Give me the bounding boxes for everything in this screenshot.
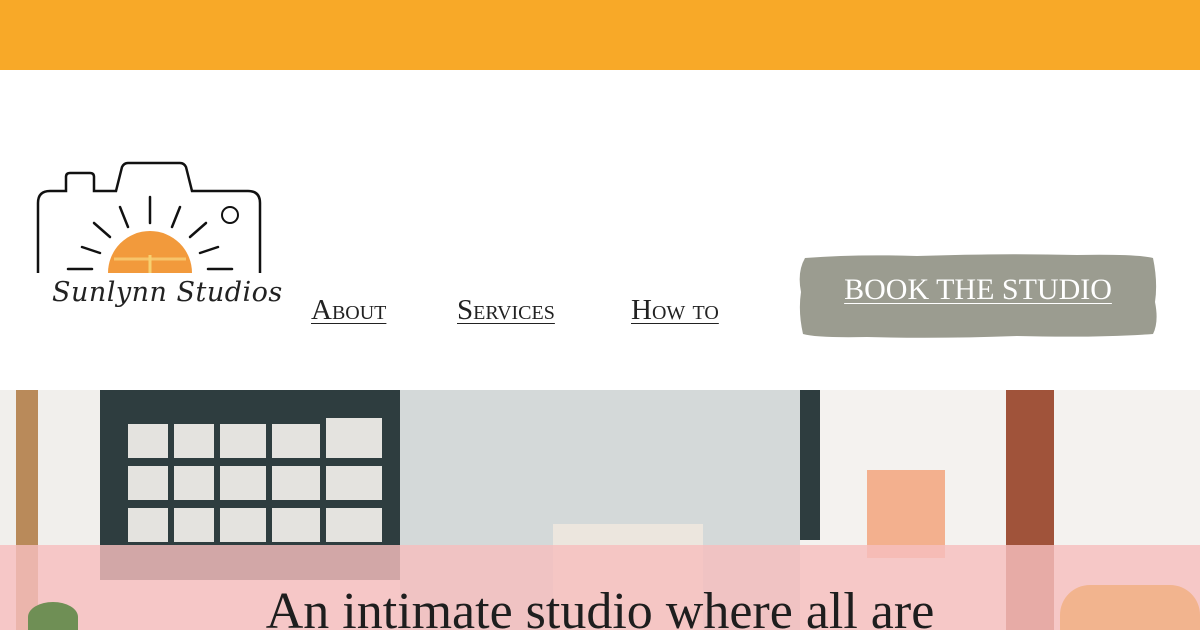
nav-how-to-link[interactable]: How to	[631, 294, 719, 327]
brand-name: Sunlynn Studios	[52, 277, 283, 308]
top-announcement-bar	[0, 0, 1200, 70]
nav-about-link[interactable]: About	[311, 294, 386, 327]
book-the-studio-label: BOOK THE STUDIO	[844, 273, 1112, 306]
hero-headline: An intimate studio where all are	[265, 583, 935, 630]
book-the-studio-button[interactable]: BOOK THE STUDIO	[797, 252, 1159, 339]
brand-logo[interactable]: Sunlynn Studios	[30, 155, 282, 335]
nav-services-link[interactable]: Services	[457, 294, 555, 327]
door-frame	[800, 390, 820, 540]
camera-sunrise-icon	[36, 161, 262, 273]
